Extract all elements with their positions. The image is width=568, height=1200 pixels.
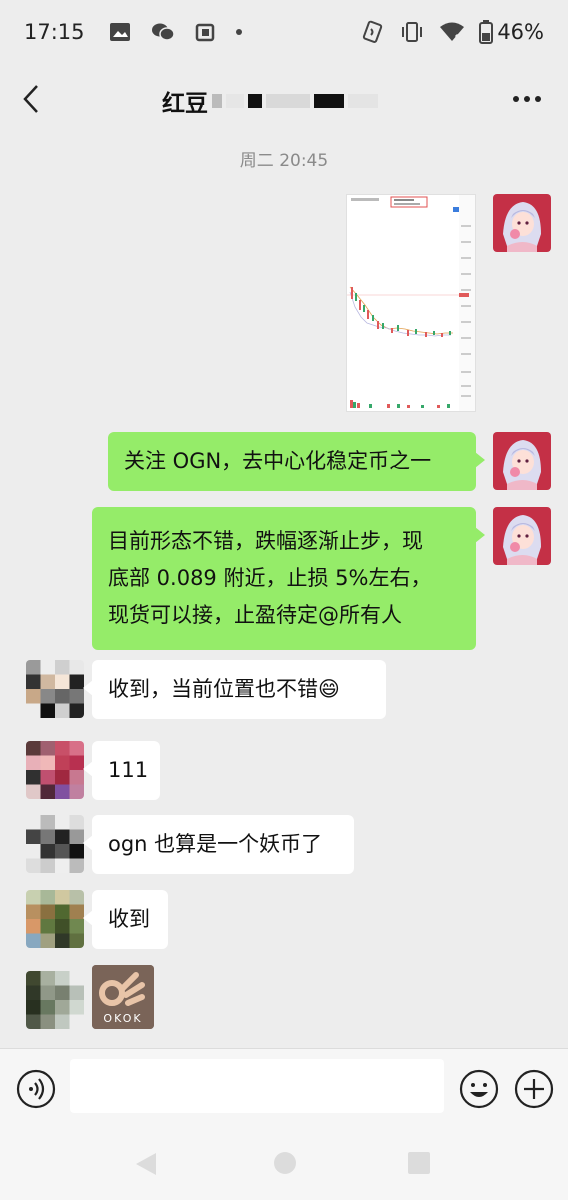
message-text: 收到: [108, 907, 150, 931]
message-text: 111: [108, 758, 149, 782]
voice-icon: [16, 1069, 56, 1109]
message-bubble-received[interactable]: 收到: [83, 890, 168, 949]
message-line: 现货可以接，止盈待定@所有人: [108, 603, 402, 627]
redacted-block: [266, 94, 310, 108]
chat-header: 红豆: [0, 64, 568, 134]
status-bar: 17:15 46%: [0, 0, 568, 64]
nav-home-button[interactable]: [272, 1150, 298, 1180]
redacted-block: [212, 94, 222, 108]
message-text: 关注 OGN，去中心化稳定币之一: [124, 449, 432, 473]
pixelated-avatar: [26, 890, 84, 948]
anime-avatar-icon: [493, 194, 551, 252]
nav-back-button[interactable]: [132, 1150, 158, 1182]
my-avatar[interactable]: [493, 507, 551, 565]
sticker-label: OKOK: [103, 1012, 143, 1025]
member-avatar[interactable]: [26, 660, 84, 718]
my-avatar[interactable]: [493, 194, 551, 252]
voice-button[interactable]: [16, 1069, 56, 1109]
nav-recent-button[interactable]: [406, 1150, 432, 1180]
chat-title-text: 红豆: [162, 91, 208, 117]
message-bubble-received[interactable]: 收到，当前位置也不错😄: [83, 660, 386, 719]
anime-avatar-icon: [493, 507, 551, 565]
emoji-button[interactable]: [459, 1069, 499, 1109]
member-avatar[interactable]: [26, 815, 84, 873]
message-bubble-sent[interactable]: 关注 OGN，去中心化稳定币之一: [108, 432, 485, 491]
status-time: 17:15: [24, 20, 85, 44]
chat-input-bar: [0, 1048, 568, 1128]
message-line: 目前形态不错，跌幅逐渐止步，现: [108, 529, 423, 553]
pixelated-avatar: [26, 971, 84, 1029]
message-bubble-received[interactable]: 111: [83, 741, 160, 800]
redacted-block: [314, 94, 344, 108]
member-avatar[interactable]: [26, 890, 84, 948]
member-avatar[interactable]: [26, 741, 84, 799]
message-bubble-sent[interactable]: 目前形态不错，跌幅逐渐止步，现 底部 0.089 附近，止损 5%左右， 现货可…: [92, 507, 485, 650]
redacted-block: [226, 94, 244, 108]
app-icon: [195, 22, 215, 42]
dot-icon: [235, 28, 243, 36]
status-right: 46%: [361, 20, 544, 44]
battery-icon: [479, 20, 494, 44]
redacted-block: [348, 94, 378, 108]
message-bubble-received[interactable]: ogn 也算是一个妖币了: [83, 815, 354, 874]
anime-avatar-icon: [493, 432, 551, 490]
vibrate-icon: [399, 21, 425, 43]
more-icon: [513, 96, 541, 102]
pixelated-avatar: [26, 815, 84, 873]
wifi-icon: [439, 21, 465, 43]
pixelated-avatar: [26, 741, 84, 799]
wechat-icon: [151, 22, 175, 42]
system-nav-bar: [0, 1128, 568, 1200]
my-avatar[interactable]: [493, 432, 551, 490]
nav-recent-icon: [408, 1152, 430, 1174]
chat-timestamp: 周二 20:45: [239, 151, 329, 171]
message-line: 底部 0.089 附近，止损 5%左右，: [108, 566, 432, 590]
more-button[interactable]: [510, 86, 544, 112]
nfc-icon: [361, 20, 385, 44]
battery-percent: 46%: [497, 20, 544, 44]
sticker-message[interactable]: OKOK: [92, 965, 154, 1029]
chevron-left-icon: [23, 85, 38, 113]
message-text: ogn 也算是一个妖币了: [108, 832, 323, 856]
pixelated-avatar: [26, 660, 84, 718]
message-input[interactable]: [70, 1059, 444, 1113]
chart-thumbnail: [347, 195, 475, 411]
image-icon: [109, 22, 131, 42]
chat-title: 红豆: [162, 84, 378, 118]
nav-home-icon: [274, 1152, 296, 1174]
plus-icon: [514, 1069, 554, 1109]
message-text: 收到，当前位置也不错😄: [108, 677, 340, 701]
nav-back-icon: [136, 1153, 156, 1175]
plus-button[interactable]: [514, 1069, 554, 1109]
member-avatar[interactable]: [26, 971, 84, 1029]
emoji-icon: [459, 1069, 499, 1109]
image-message[interactable]: [346, 194, 476, 412]
redacted-block: [248, 94, 262, 108]
back-button[interactable]: [16, 82, 46, 116]
